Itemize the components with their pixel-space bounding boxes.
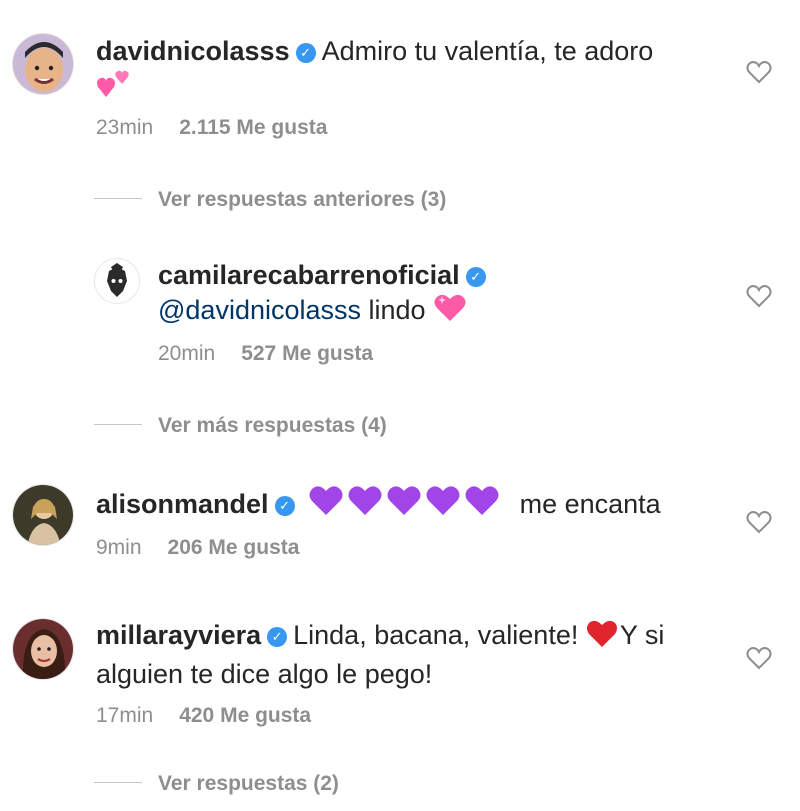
timestamp: 17min xyxy=(96,704,154,727)
view-replies-label[interactable]: Ver respuestas anteriores (3) xyxy=(158,188,446,211)
likes-count[interactable]: 527 Me gusta xyxy=(241,342,373,365)
mention-link[interactable]: @davidnicolasss xyxy=(158,295,361,325)
username[interactable]: davidnicolasss xyxy=(96,36,290,66)
verified-badge-icon: ✓ xyxy=(274,496,295,516)
divider-line xyxy=(94,424,142,425)
red-heart-icon xyxy=(586,620,618,657)
divider-line xyxy=(94,198,142,199)
heart-outline-icon[interactable] xyxy=(746,646,772,670)
timestamp: 20min xyxy=(158,342,216,365)
heart-outline-icon[interactable] xyxy=(746,60,772,84)
likes-count[interactable]: 420 Me gusta xyxy=(179,704,311,727)
comment-body-cont: Y si xyxy=(619,620,665,650)
comment-meta: 23min 2.115 Me gusta xyxy=(96,116,327,140)
purple-hearts-icon xyxy=(308,484,504,527)
likes-count[interactable]: 2.115 Me gusta xyxy=(179,116,327,139)
comment-body: Linda, bacana, valiente! xyxy=(293,620,579,650)
comment-text: camilarecabarrenoficial ✓ @davidnicolasss… xyxy=(158,258,718,332)
comment-meta: 20min 527 Me gusta xyxy=(158,342,373,366)
view-replies-label[interactable]: Ver respuestas (2) xyxy=(158,772,339,795)
avatar[interactable] xyxy=(12,618,74,680)
verified-badge-icon: ✓ xyxy=(267,627,288,647)
verified-badge-icon: ✓ xyxy=(295,43,316,63)
avatar[interactable] xyxy=(12,484,74,546)
comment-text: alisonmandel ✓ me encanta xyxy=(96,484,716,527)
comment-body-line2: alguien te dice algo le pego! xyxy=(96,659,433,689)
comment-meta: 17min 420 Me gusta xyxy=(96,704,311,728)
comment-meta: 9min 206 Me gusta xyxy=(96,536,299,560)
username[interactable]: alisonmandel xyxy=(96,489,269,519)
comment-body: me encanta xyxy=(519,489,661,519)
two-hearts-icon xyxy=(96,69,132,108)
avatar[interactable] xyxy=(94,258,140,304)
timestamp: 23min xyxy=(96,116,154,139)
reply-camilarecabarrenoficial: camilarecabarrenoficial ✓ @davidnicolasss… xyxy=(0,250,800,380)
view-more-replies[interactable]: Ver más respuestas (4) xyxy=(94,414,387,438)
heart-outline-icon[interactable] xyxy=(746,510,772,534)
comment-alisonmandel: alisonmandel ✓ me encanta 9min 206 Me gust… xyxy=(0,470,800,580)
comment-body: lindo xyxy=(368,295,426,325)
timestamp: 9min xyxy=(96,536,142,559)
comment-body: Admiro tu valentía, te adoro xyxy=(321,36,654,66)
comment-text: millarayviera ✓ Linda, bacana, valiente! Y… xyxy=(96,618,736,692)
view-replies[interactable]: Ver respuestas (2) xyxy=(94,772,339,796)
view-previous-replies[interactable]: Ver respuestas anteriores (3) xyxy=(94,188,446,212)
username[interactable]: millarayviera xyxy=(96,620,261,650)
comment-text: davidnicolasss ✓ Admiro tu valentía, te ad… xyxy=(96,34,716,108)
username[interactable]: camilarecabarrenoficial xyxy=(158,260,460,290)
verified-badge-icon: ✓ xyxy=(465,267,486,287)
heart-outline-icon[interactable] xyxy=(746,284,772,308)
sparkling-heart-icon xyxy=(433,293,467,332)
divider-line xyxy=(94,782,142,783)
view-replies-label[interactable]: Ver más respuestas (4) xyxy=(158,414,387,437)
avatar[interactable] xyxy=(12,33,74,95)
likes-count[interactable]: 206 Me gusta xyxy=(168,536,300,559)
comment-davidnicolasss: davidnicolasss ✓ Admiro tu valentía, te ad… xyxy=(0,0,800,170)
comment-millarayviera: millarayviera ✓ Linda, bacana, valiente! Y… xyxy=(0,604,800,734)
